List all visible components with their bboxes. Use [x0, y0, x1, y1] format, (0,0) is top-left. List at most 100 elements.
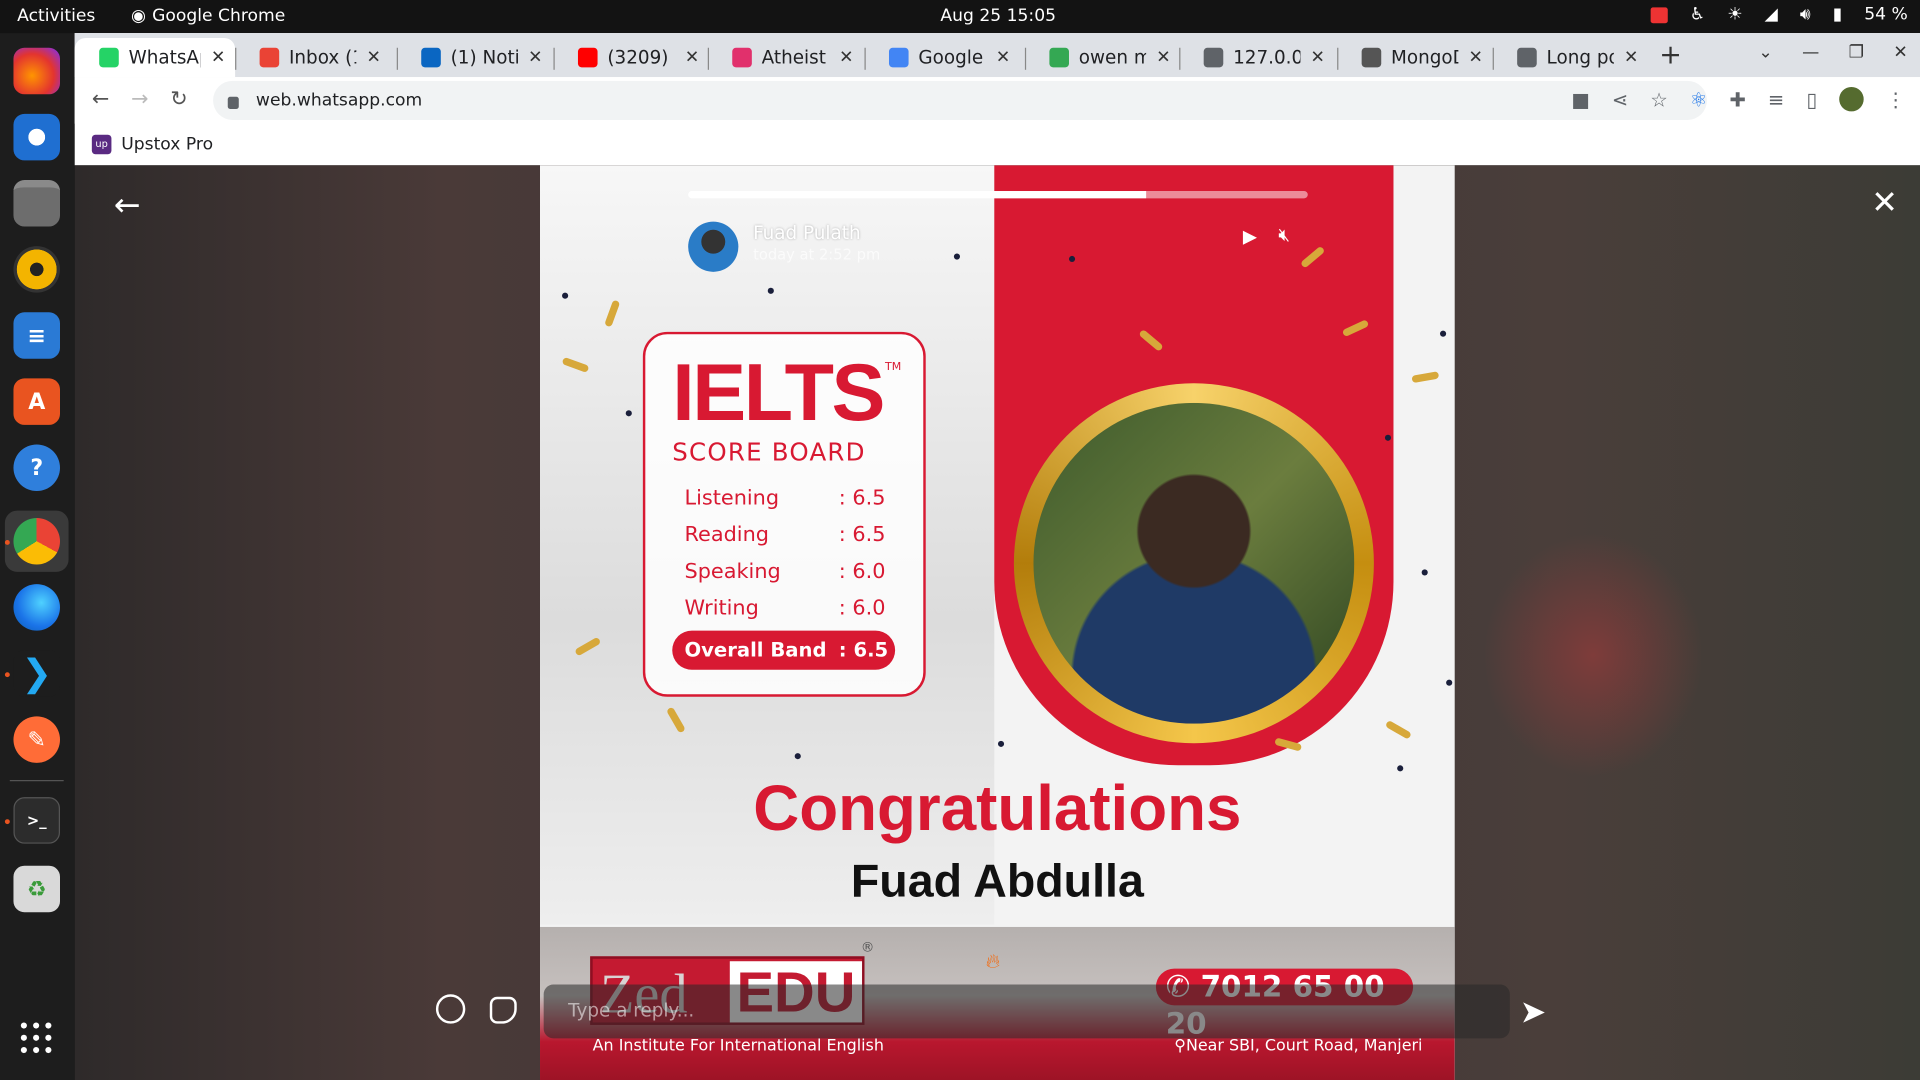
url-text: web.whatsapp.com	[255, 90, 423, 111]
registered-mark: ®	[860, 939, 875, 956]
tab-favicon-icon	[888, 47, 909, 68]
mute-icon[interactable]: 🔇︎	[1278, 224, 1290, 246]
send-icon[interactable]: ➤	[1520, 994, 1547, 1031]
tab-close-icon[interactable]: ✕	[996, 48, 1010, 68]
play-icon[interactable]: ▶	[1243, 225, 1257, 247]
tab-close-icon[interactable]: ✕	[839, 48, 853, 68]
browser-tab[interactable]: Inbox (1, ✕	[235, 38, 391, 77]
running-indicator	[4, 672, 10, 678]
sticker-icon[interactable]	[489, 996, 517, 1024]
status-time: today at 2:52 pm	[753, 246, 881, 264]
tab-favicon-icon	[259, 47, 280, 68]
emoji-icon[interactable]	[435, 994, 466, 1024]
tab-close-icon[interactable]: ✕	[366, 48, 380, 68]
new-tab-button[interactable]: +	[1659, 40, 1682, 71]
tab-separator	[1179, 47, 1181, 70]
forward-icon[interactable]: →	[131, 87, 148, 111]
browser-tab[interactable]: Atheist K ✕	[708, 38, 864, 77]
back-arrow-icon[interactable]: ←	[114, 187, 141, 224]
fire-icon: 🔥︎	[985, 948, 1001, 973]
tab-separator	[1024, 47, 1027, 70]
tagline: An Institute For International English	[592, 1037, 884, 1056]
thunderbird-icon[interactable]	[13, 113, 61, 161]
score-value: : 6.0	[838, 559, 886, 585]
terminal-icon[interactable]: >_	[13, 797, 61, 844]
status-viewer: ← ✕ Fuad Pulath today at 2:52 pm ▶ 🔇︎ IE…	[74, 165, 1920, 1080]
browser-tab[interactable]: 127.0.0.1 ✕	[1179, 38, 1335, 77]
tab-favicon-icon	[1049, 47, 1069, 68]
menu-icon[interactable]: ⋮	[1886, 88, 1906, 111]
libreoffice-writer-icon[interactable]: ≡	[13, 312, 61, 359]
score-label: Speaking	[684, 559, 781, 585]
tab-search-icon[interactable]: ⌄	[1758, 43, 1772, 63]
overall-band-pill: Overall Band : 6.5	[672, 630, 896, 670]
side-panel-icon[interactable]: ▯	[1806, 88, 1817, 111]
tab-strip: WhatsAp✕Inbox (1,✕(1) Notifi✕(3209) Pa✕A…	[74, 33, 1920, 78]
chrome-icon[interactable]	[13, 517, 61, 565]
wifi-icon: ◢	[1764, 4, 1778, 25]
app-menu-label: Google Chrome	[152, 6, 286, 26]
edge-icon[interactable]	[13, 584, 61, 631]
status-progress-fill	[688, 191, 1147, 199]
vscode-icon[interactable]: ❯	[13, 650, 61, 697]
app-menu[interactable]: ◉ Google Chrome	[131, 6, 285, 26]
tab-favicon-icon	[1361, 47, 1382, 68]
toolbar-actions: ■ ⋖ ☆ ⚛ ✚ ≡ ▯ ⋮	[1571, 86, 1906, 112]
screen: Activities ◉ Google Chrome Aug 25 15:05 …	[0, 0, 1920, 1080]
bookmark-upstox-pro[interactable]: Upstox Pro	[121, 135, 213, 155]
system-tray[interactable]: ♿ ☀ ◢ 🔊︎ ▮ 54 %	[1650, 4, 1908, 25]
camera-icon[interactable]: ■	[1571, 88, 1590, 111]
address: ⚲Near SBI, Court Road, Manjeri	[1174, 1037, 1423, 1056]
browser-tab[interactable]: owen mi ✕	[1025, 38, 1181, 77]
back-icon[interactable]: ←	[92, 87, 109, 111]
tab-close-icon[interactable]: ✕	[1156, 48, 1170, 68]
show-apps-icon[interactable]	[20, 1022, 53, 1054]
extensions-icon[interactable]: ✚	[1729, 88, 1745, 111]
tab-title: MongoD	[1391, 46, 1459, 69]
status-author[interactable]: Fuad Pulath today at 2:52 pm	[688, 221, 881, 272]
activities-button[interactable]: Activities	[17, 6, 95, 26]
browser-tab[interactable]: Google T ✕	[864, 38, 1020, 77]
tab-favicon-icon	[421, 47, 441, 68]
rhythmbox-icon[interactable]	[13, 246, 61, 293]
files-icon[interactable]	[13, 180, 61, 227]
help-icon[interactable]: ?	[13, 444, 61, 492]
browser-tab[interactable]: WhatsAp ✕	[74, 37, 236, 78]
minimize-icon[interactable]: —	[1802, 43, 1819, 63]
share-icon[interactable]: ⋖	[1612, 88, 1628, 111]
trash-icon[interactable]: ♻	[13, 865, 61, 913]
tab-title: (3209) Pa	[607, 46, 675, 69]
tab-close-icon[interactable]: ✕	[1469, 48, 1483, 68]
tab-close-icon[interactable]: ✕	[528, 48, 542, 68]
bookmarks-bar: up Upstox Pro	[75, 124, 1920, 166]
bookmark-star-icon[interactable]: ☆	[1650, 88, 1668, 111]
profile-avatar[interactable]	[1839, 86, 1864, 112]
firefox-icon[interactable]	[13, 47, 61, 95]
tab-title: 127.0.0.1	[1233, 46, 1301, 69]
author-name: Fuad Pulath	[753, 221, 861, 244]
tab-close-icon[interactable]: ✕	[685, 48, 699, 68]
postman-icon[interactable]: ✎	[13, 716, 61, 763]
window-close-icon[interactable]: ✕	[1893, 43, 1907, 63]
tab-close-icon[interactable]: ✕	[1311, 48, 1325, 68]
browser-tab[interactable]: (3209) Pa ✕	[553, 38, 709, 77]
reply-input[interactable]: Type a reply...	[543, 984, 1510, 1039]
address-bar[interactable]: web.whatsapp.com	[213, 80, 1707, 121]
tab-separator	[1492, 47, 1494, 70]
status-image: Fuad Pulath today at 2:52 pm ▶ 🔇︎ IELTS …	[540, 165, 1455, 1080]
tab-close-icon[interactable]: ✕	[211, 48, 225, 68]
react-devtools-icon[interactable]: ⚛	[1690, 88, 1708, 111]
ubuntu-software-icon[interactable]: A	[13, 378, 61, 425]
browser-tab[interactable]: Long pol ✕	[1493, 38, 1649, 77]
running-indicator	[4, 819, 10, 825]
score-value: : 6.5	[838, 486, 886, 511]
browser-tab[interactable]: MongoD ✕	[1337, 38, 1493, 77]
reload-icon[interactable]: ↻	[170, 87, 187, 111]
clock[interactable]: Aug 25 15:05	[940, 6, 1056, 26]
media-control-icon[interactable]: ≡	[1768, 88, 1784, 111]
tab-title: Inbox (1,	[288, 46, 357, 69]
tab-close-icon[interactable]: ✕	[1624, 48, 1638, 68]
close-icon[interactable]: ✕	[1871, 185, 1898, 222]
restore-icon[interactable]: ❐	[1849, 43, 1864, 63]
browser-tab[interactable]: (1) Notifi ✕	[397, 38, 553, 77]
